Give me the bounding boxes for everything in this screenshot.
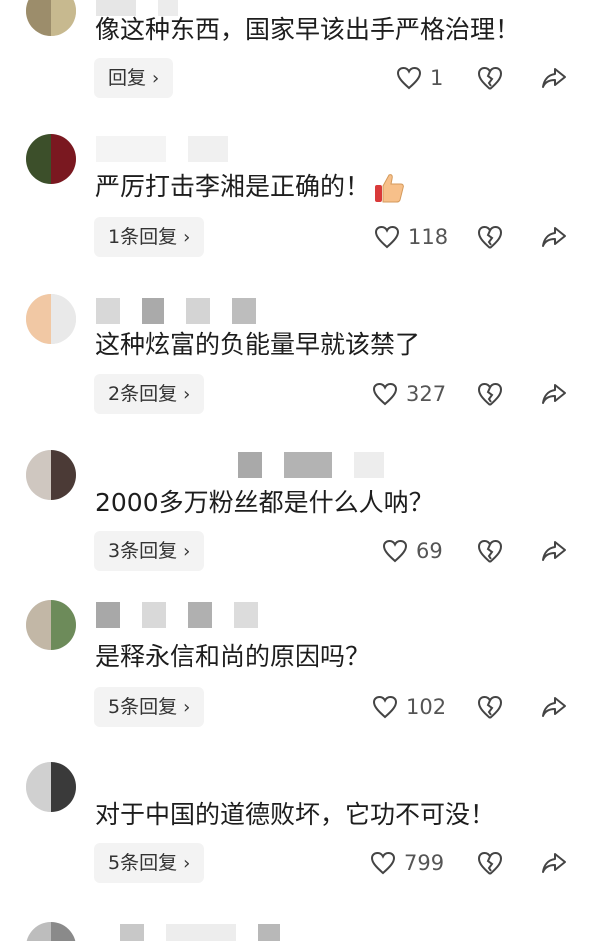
username-blurred [96,298,278,324]
comment-item [0,896,600,941]
broken-heart-icon[interactable] [476,849,504,877]
like-count: 327 [406,382,447,406]
avatar[interactable] [26,922,76,941]
broken-heart-icon[interactable] [476,693,504,721]
chevron-right-icon: › [152,68,160,89]
reply-button[interactable]: 5条回复 › [94,687,205,727]
username-blurred [238,452,406,478]
like-count: 69 [416,539,443,563]
like-button[interactable]: 69 [382,531,443,571]
chevron-right-icon: › [183,853,191,874]
reply-button[interactable]: 2条回复 › [94,374,205,414]
comment-text: 2000多万粉丝都是什么人呐？ [95,488,434,517]
comment-item: 像这种东西，国家早该出手严格治理！ 回复 › 1 [0,0,600,116]
share-icon[interactable] [540,223,568,251]
heart-outline-icon [374,225,400,249]
comment-item: 是释永信和尚的原因吗？ 5条回复 › 102 [0,584,600,740]
heart-outline-icon [396,66,422,90]
chevron-right-icon: › [183,541,191,562]
username-blurred [96,602,280,628]
comment-feed: 像这种东西，国家早该出手严格治理！ 回复 › 1 严厉打击李湘是正确的！ 1条回复… [0,0,600,941]
comment-item: 对于中国的道德败坏，它功不可没！ 5条回复 › 799 [0,740,600,896]
comment-item: 严厉打击李湘是正确的！ 1条回复 › 118 [0,116,600,272]
chevron-right-icon: › [183,697,191,718]
comment-text: 这种炫富的负能量早就该禁了 [95,330,421,359]
reply-button[interactable]: 回复 › [94,58,174,98]
comment-text: 像这种东西，国家早该出手严格治理！ [95,15,521,44]
reply-label: 2条回复 [108,383,178,405]
username-blurred [96,136,250,162]
reply-button[interactable]: 3条回复 › [94,531,205,571]
reply-label: 3条回复 [108,540,178,562]
comment-text: 对于中国的道德败坏，它功不可没！ [95,800,496,829]
comment-item: 这种炫富的负能量早就该禁了 2条回复 › 327 [0,272,600,428]
like-button[interactable]: 118 [374,217,448,257]
avatar[interactable] [26,0,76,36]
reply-button[interactable]: 5条回复 › [94,843,205,883]
like-button[interactable]: 102 [372,687,446,727]
avatar[interactable] [26,134,76,184]
like-count: 1 [430,66,444,90]
reply-button[interactable]: 1条回复 › [94,217,205,257]
share-icon[interactable] [540,64,568,92]
heart-outline-icon [382,539,408,563]
like-button[interactable]: 327 [372,374,446,414]
heart-outline-icon [370,851,396,875]
chevron-right-icon: › [183,227,191,248]
reply-label: 5条回复 [108,696,178,718]
broken-heart-icon[interactable] [476,223,504,251]
chevron-right-icon: › [183,384,191,405]
share-icon[interactable] [540,537,568,565]
heart-outline-icon [372,382,398,406]
avatar[interactable] [26,600,76,650]
comment-text: 是释永信和尚的原因吗？ [95,642,371,671]
broken-heart-icon[interactable] [476,537,504,565]
thumbs-up-icon [375,174,404,203]
like-count: 118 [408,225,449,249]
username-blurred [120,924,302,941]
like-button[interactable]: 1 [396,58,443,98]
broken-heart-icon[interactable] [476,380,504,408]
like-count: 102 [406,695,447,719]
comment-text: 严厉打击李湘是正确的！ [95,170,406,205]
share-icon[interactable] [540,693,568,721]
reply-label: 5条回复 [108,852,178,874]
heart-outline-icon [372,695,398,719]
comment-item: 2000多万粉丝都是什么人呐？ 3条回复 › 69 [0,428,600,584]
avatar[interactable] [26,762,76,812]
avatar[interactable] [26,450,76,500]
like-count: 799 [404,851,445,875]
share-icon[interactable] [540,849,568,877]
reply-label: 1条回复 [108,226,178,248]
reply-label: 回复 [108,67,147,89]
avatar[interactable] [26,294,76,344]
broken-heart-icon[interactable] [476,64,504,92]
like-button[interactable]: 799 [370,843,444,883]
share-icon[interactable] [540,380,568,408]
